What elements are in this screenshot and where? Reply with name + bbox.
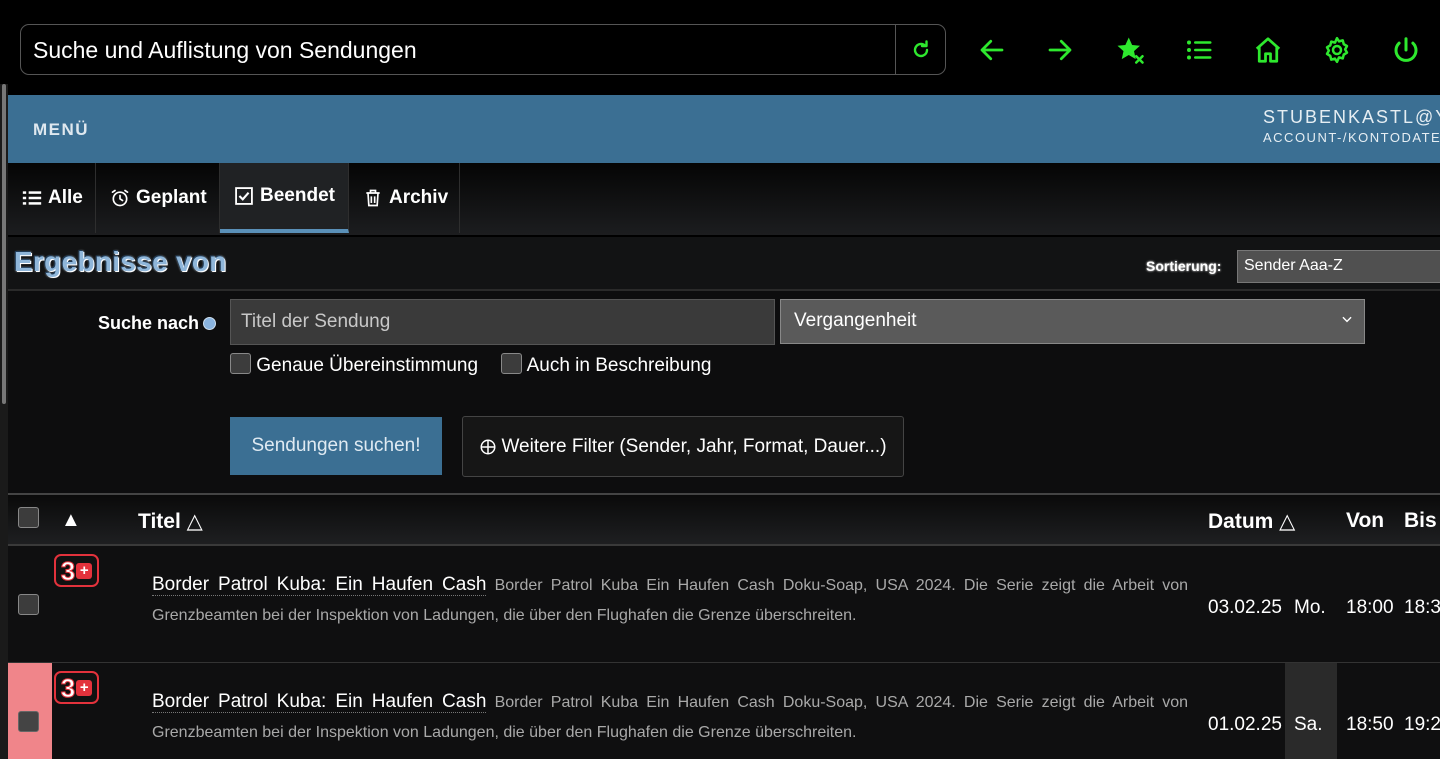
- search-label: Suche nach: [98, 313, 217, 334]
- row-from: 18:00: [1346, 597, 1394, 618]
- checkbox-checked-icon: [235, 187, 253, 205]
- home-icon[interactable]: [1248, 30, 1288, 70]
- results-header: Ergebnisse von Sortierung: Sender Aaa-Z: [8, 237, 1440, 289]
- row-from: 18:50: [1346, 714, 1394, 735]
- chevron-down-icon: [1342, 316, 1352, 323]
- row-day: Mo.: [1294, 597, 1326, 618]
- row-checkbox[interactable]: [18, 594, 39, 615]
- in-description-checkbox[interactable]: [501, 353, 523, 374]
- column-bis[interactable]: Bis: [1404, 509, 1437, 533]
- in-description-option[interactable]: Auch in Beschreibung: [501, 353, 712, 376]
- broadcast-title[interactable]: Border Patrol Kuba: Ein Haufen Cash: [152, 691, 487, 713]
- title-search-input[interactable]: [230, 299, 775, 345]
- row-date: 03.02.25: [1208, 597, 1282, 618]
- exact-match-label: Genaue Übereinstimmung: [256, 355, 479, 376]
- day-highlight: [1285, 663, 1337, 759]
- list-bullets-icon: [22, 191, 42, 205]
- column-datum[interactable]: Datum △: [1208, 509, 1295, 534]
- account-subtitle: ACCOUNT-/KONTODATE: [1263, 130, 1440, 145]
- tab-geplant[interactable]: Geplant: [96, 163, 220, 233]
- browser-toolbar: Suche und Auflistung von Sendungen: [0, 0, 1440, 95]
- more-filters-label: Weitere Filter (Sender, Jahr, Format, Da…: [501, 435, 887, 457]
- back-arrow-icon[interactable]: [972, 30, 1012, 70]
- tab-label: Geplant: [136, 187, 207, 208]
- account-email: STUBENKASTL@Y: [1263, 107, 1440, 127]
- scrollbar-thumb[interactable]: [2, 84, 6, 404]
- app-header: MENÜ STUBENKASTL@Y ACCOUNT-/KONTODATE: [8, 95, 1440, 163]
- page-scrollbar[interactable]: [0, 84, 8, 759]
- sort-select-value: Sender Aaa-Z: [1244, 257, 1343, 274]
- row-day: Sa.: [1294, 714, 1323, 735]
- info-icon[interactable]: [203, 317, 217, 330]
- row-content: Border Patrol Kuba: Ein Haufen Cash Bord…: [152, 570, 1188, 631]
- row-date: 01.02.25: [1208, 714, 1282, 735]
- tab-alle[interactable]: Alle: [8, 163, 96, 233]
- list-icon[interactable]: [1179, 30, 1219, 70]
- row-to: 18:3: [1404, 597, 1440, 618]
- tab-label: Archiv: [389, 187, 449, 208]
- in-description-label: Auch in Beschreibung: [526, 355, 712, 376]
- tab-label: Alle: [48, 187, 83, 208]
- menu-button[interactable]: MENÜ: [33, 120, 89, 140]
- column-titel[interactable]: Titel △: [138, 509, 203, 534]
- settings-gear-icon[interactable]: [1317, 30, 1357, 70]
- sort-select[interactable]: Sender Aaa-Z: [1237, 250, 1440, 283]
- select-all-checkbox[interactable]: [18, 507, 39, 528]
- tab-archiv[interactable]: Archiv: [349, 163, 460, 233]
- search-options: Genaue Übereinstimmung Auch in Beschreib…: [230, 353, 729, 377]
- row-to: 19:2: [1404, 714, 1440, 735]
- sort-label: Sortierung:: [1146, 258, 1222, 274]
- tab-bar: Alle Geplant Beendet Archiv: [8, 163, 1440, 235]
- column-von[interactable]: Von: [1346, 509, 1384, 533]
- table-row[interactable]: 3 + Border Patrol Kuba: Ein Haufen Cash B…: [8, 663, 1440, 759]
- search-panel: Suche nach Vergangenheit Genaue Übereins…: [8, 289, 1440, 493]
- address-bar[interactable]: Suche und Auflistung von Sendungen: [20, 24, 946, 75]
- table-header: ▲ Titel △ Datum △ Von Bis: [8, 493, 1440, 546]
- exact-match-option[interactable]: Genaue Übereinstimmung: [230, 353, 479, 376]
- table-row[interactable]: 3 + Border Patrol Kuba: Ein Haufen Cash B…: [8, 546, 1440, 663]
- more-filters-button[interactable]: Weitere Filter (Sender, Jahr, Format, Da…: [462, 416, 904, 477]
- row-checkbox[interactable]: [18, 711, 39, 732]
- broadcast-title[interactable]: Border Patrol Kuba: Ein Haufen Cash: [152, 574, 487, 596]
- time-range-value: Vergangenheit: [794, 310, 917, 331]
- tab-beendet[interactable]: Beendet: [220, 163, 349, 233]
- sort-toggle[interactable]: ▲: [61, 509, 81, 532]
- favorites-star-icon[interactable]: [1110, 30, 1150, 70]
- channel-logo-3plus: 3 +: [54, 554, 99, 587]
- page-title: Ergebnisse von: [14, 246, 227, 277]
- plus-circle-icon: [480, 439, 496, 454]
- row-select-cell: [8, 663, 52, 759]
- reload-icon[interactable]: [895, 25, 945, 74]
- row-select-cell: [8, 546, 52, 663]
- trash-icon: [366, 189, 380, 207]
- account-link[interactable]: STUBENKASTL@Y ACCOUNT-/KONTODATE: [1263, 107, 1440, 145]
- search-submit-button[interactable]: Sendungen suchen!: [230, 417, 442, 475]
- channel-logo-3plus: 3 +: [54, 671, 99, 704]
- time-range-select[interactable]: Vergangenheit: [780, 299, 1365, 344]
- address-bar-text[interactable]: Suche und Auflistung von Sendungen: [33, 37, 417, 64]
- alarm-clock-icon: [111, 189, 129, 207]
- power-icon[interactable]: [1386, 30, 1426, 70]
- tab-label: Beendet: [260, 185, 335, 206]
- forward-arrow-icon[interactable]: [1040, 30, 1080, 70]
- exact-match-checkbox[interactable]: [230, 353, 251, 374]
- row-content: Border Patrol Kuba: Ein Haufen Cash Bord…: [152, 687, 1188, 748]
